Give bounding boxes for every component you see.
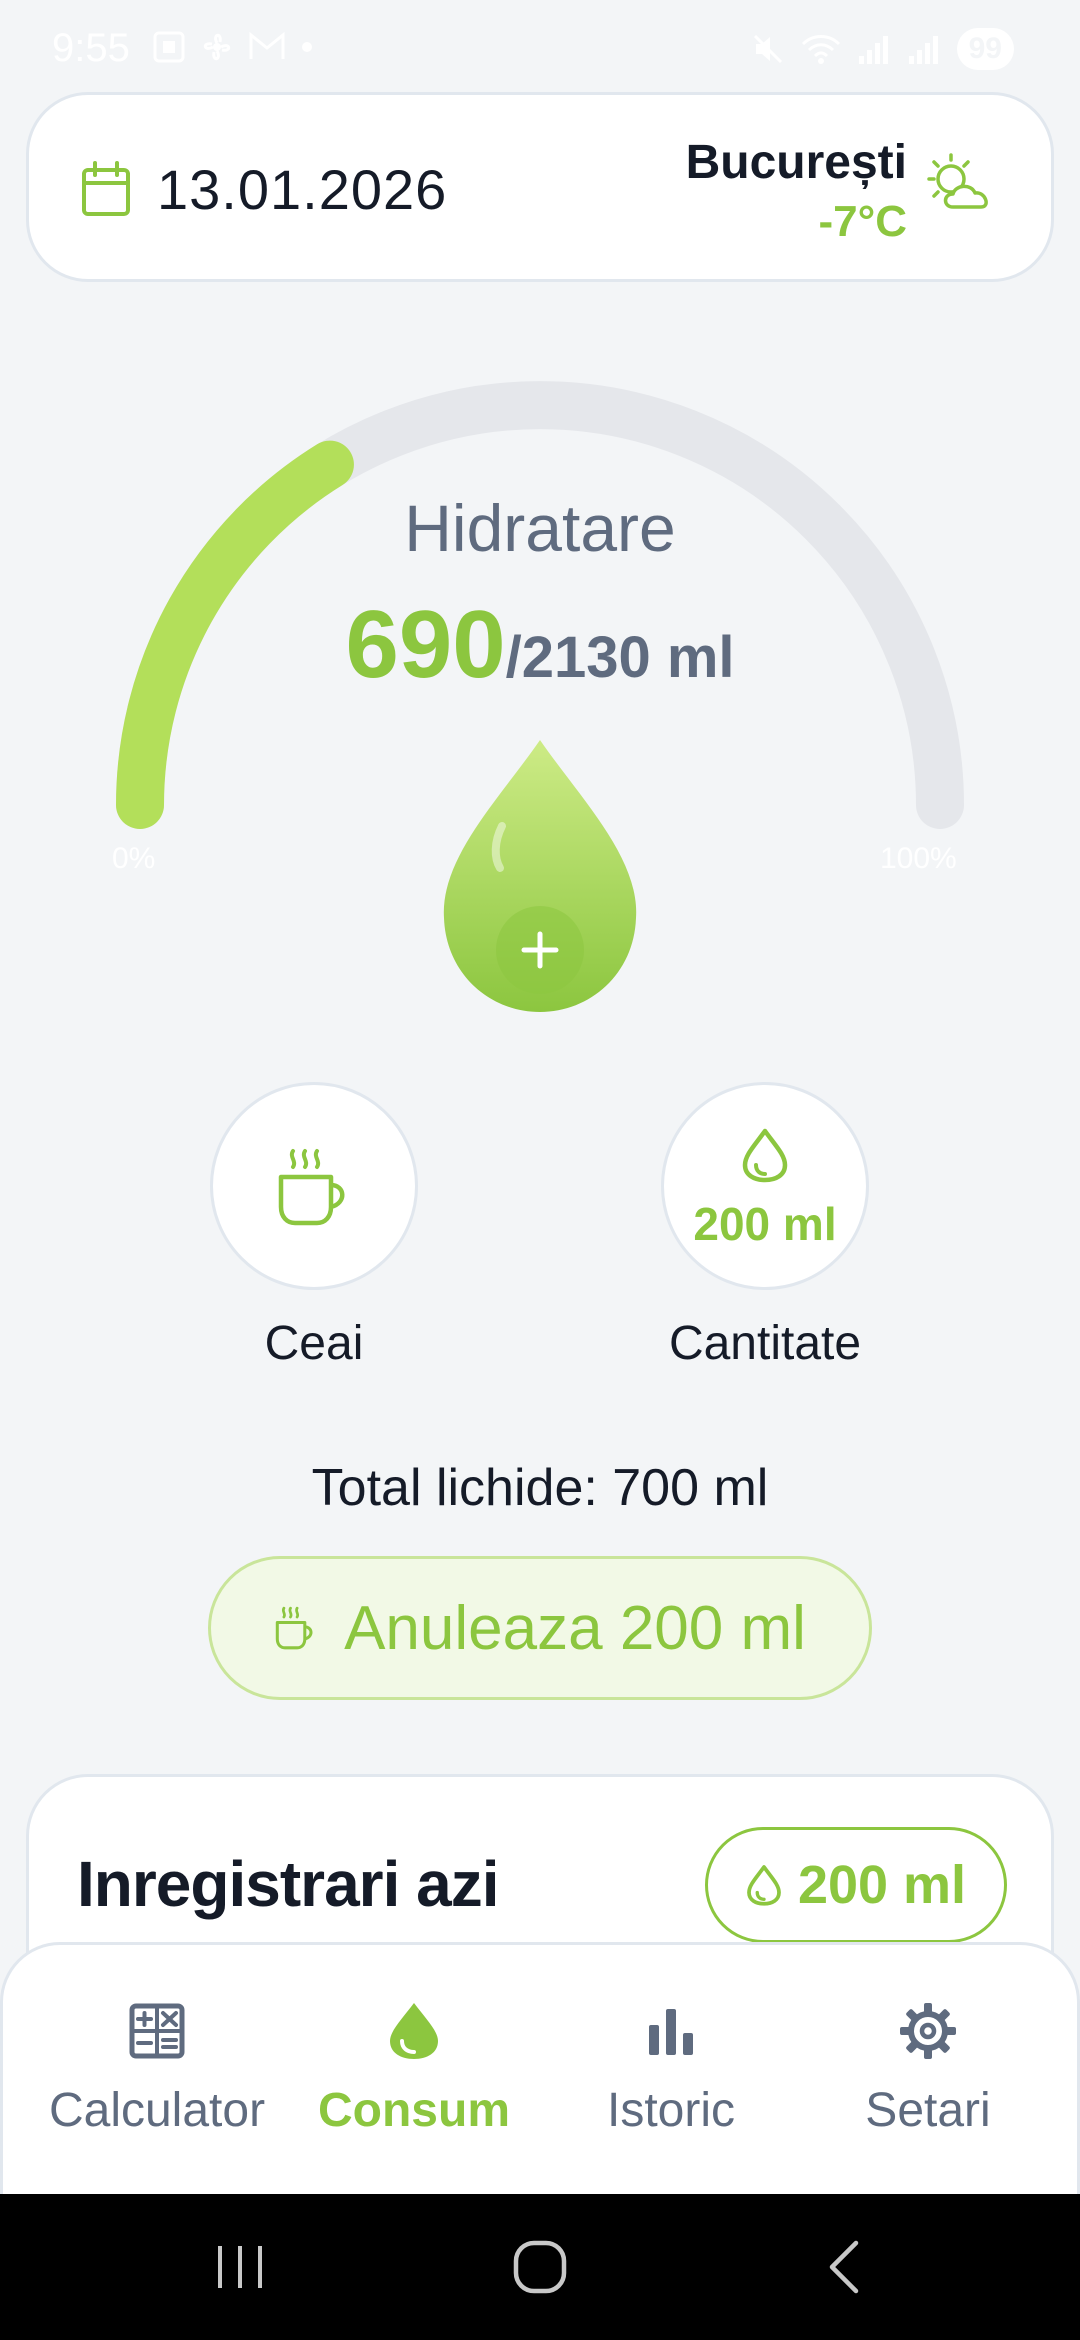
back-button[interactable] bbox=[784, 2194, 904, 2340]
home-icon bbox=[513, 2240, 567, 2294]
plus-icon bbox=[521, 931, 559, 969]
drink-type-button[interactable] bbox=[210, 1082, 418, 1290]
nav-item-setari[interactable]: Setari bbox=[800, 1945, 1056, 2197]
total-liquids: Total lichide: 700 ml bbox=[311, 1459, 769, 1517]
records-chip-label: 200 ml bbox=[797, 1855, 967, 1915]
records-title: Inregistrari azi bbox=[77, 1848, 499, 1920]
tea-cup-icon bbox=[278, 1149, 345, 1226]
home-button[interactable] bbox=[480, 2194, 600, 2340]
drink-type-label: Ceai bbox=[264, 1317, 364, 1370]
gauge-min-label: 0% bbox=[112, 842, 156, 875]
calculator-icon bbox=[129, 2003, 185, 2059]
gauge-goal-amount: /2130 ml bbox=[505, 625, 735, 690]
quantity-button[interactable]: 200 ml bbox=[661, 1082, 869, 1290]
nav-item-consum[interactable]: Consum bbox=[286, 1945, 542, 2197]
gear-icon bbox=[900, 2003, 956, 2059]
system-navigation-bar bbox=[0, 2194, 1080, 2340]
quantity-value: 200 ml bbox=[693, 1198, 837, 1250]
nav-label: Calculator bbox=[48, 2084, 266, 2137]
nav-label: Consum bbox=[318, 2084, 510, 2137]
nav-item-calculator[interactable]: Calculator bbox=[29, 1945, 285, 2197]
drop-outline-icon bbox=[742, 1128, 788, 1183]
drop-outline-icon bbox=[747, 1865, 781, 1906]
gauge-title: Hidratare bbox=[404, 491, 676, 565]
drop-icon bbox=[390, 2003, 438, 2059]
add-drink-button[interactable] bbox=[496, 906, 584, 994]
records-total-chip[interactable]: 200 ml bbox=[705, 1827, 1007, 1943]
gauge-value: 690/2130 ml bbox=[0, 590, 1080, 700]
undo-button[interactable]: Anuleaza 200 ml bbox=[208, 1556, 872, 1700]
bottom-navigation: Calculator Consum Istoric Setari bbox=[0, 1942, 1080, 2194]
back-icon bbox=[829, 2240, 859, 2294]
bar-chart-icon bbox=[649, 2009, 693, 2055]
nav-label: Setari bbox=[865, 2084, 991, 2137]
gauge-max-label: 100% bbox=[880, 842, 957, 875]
recent-apps-button[interactable] bbox=[180, 2194, 300, 2340]
nav-label: Istoric bbox=[606, 2084, 735, 2137]
recent-apps-icon bbox=[218, 2246, 262, 2288]
undo-label: Anuleaza 200 ml bbox=[344, 1593, 806, 1663]
tea-cup-icon bbox=[275, 1606, 313, 1650]
quantity-label: Cantitate bbox=[668, 1317, 862, 1370]
gauge-current-amount: 690 bbox=[345, 591, 506, 698]
nav-item-istoric[interactable]: Istoric bbox=[543, 1945, 799, 2197]
